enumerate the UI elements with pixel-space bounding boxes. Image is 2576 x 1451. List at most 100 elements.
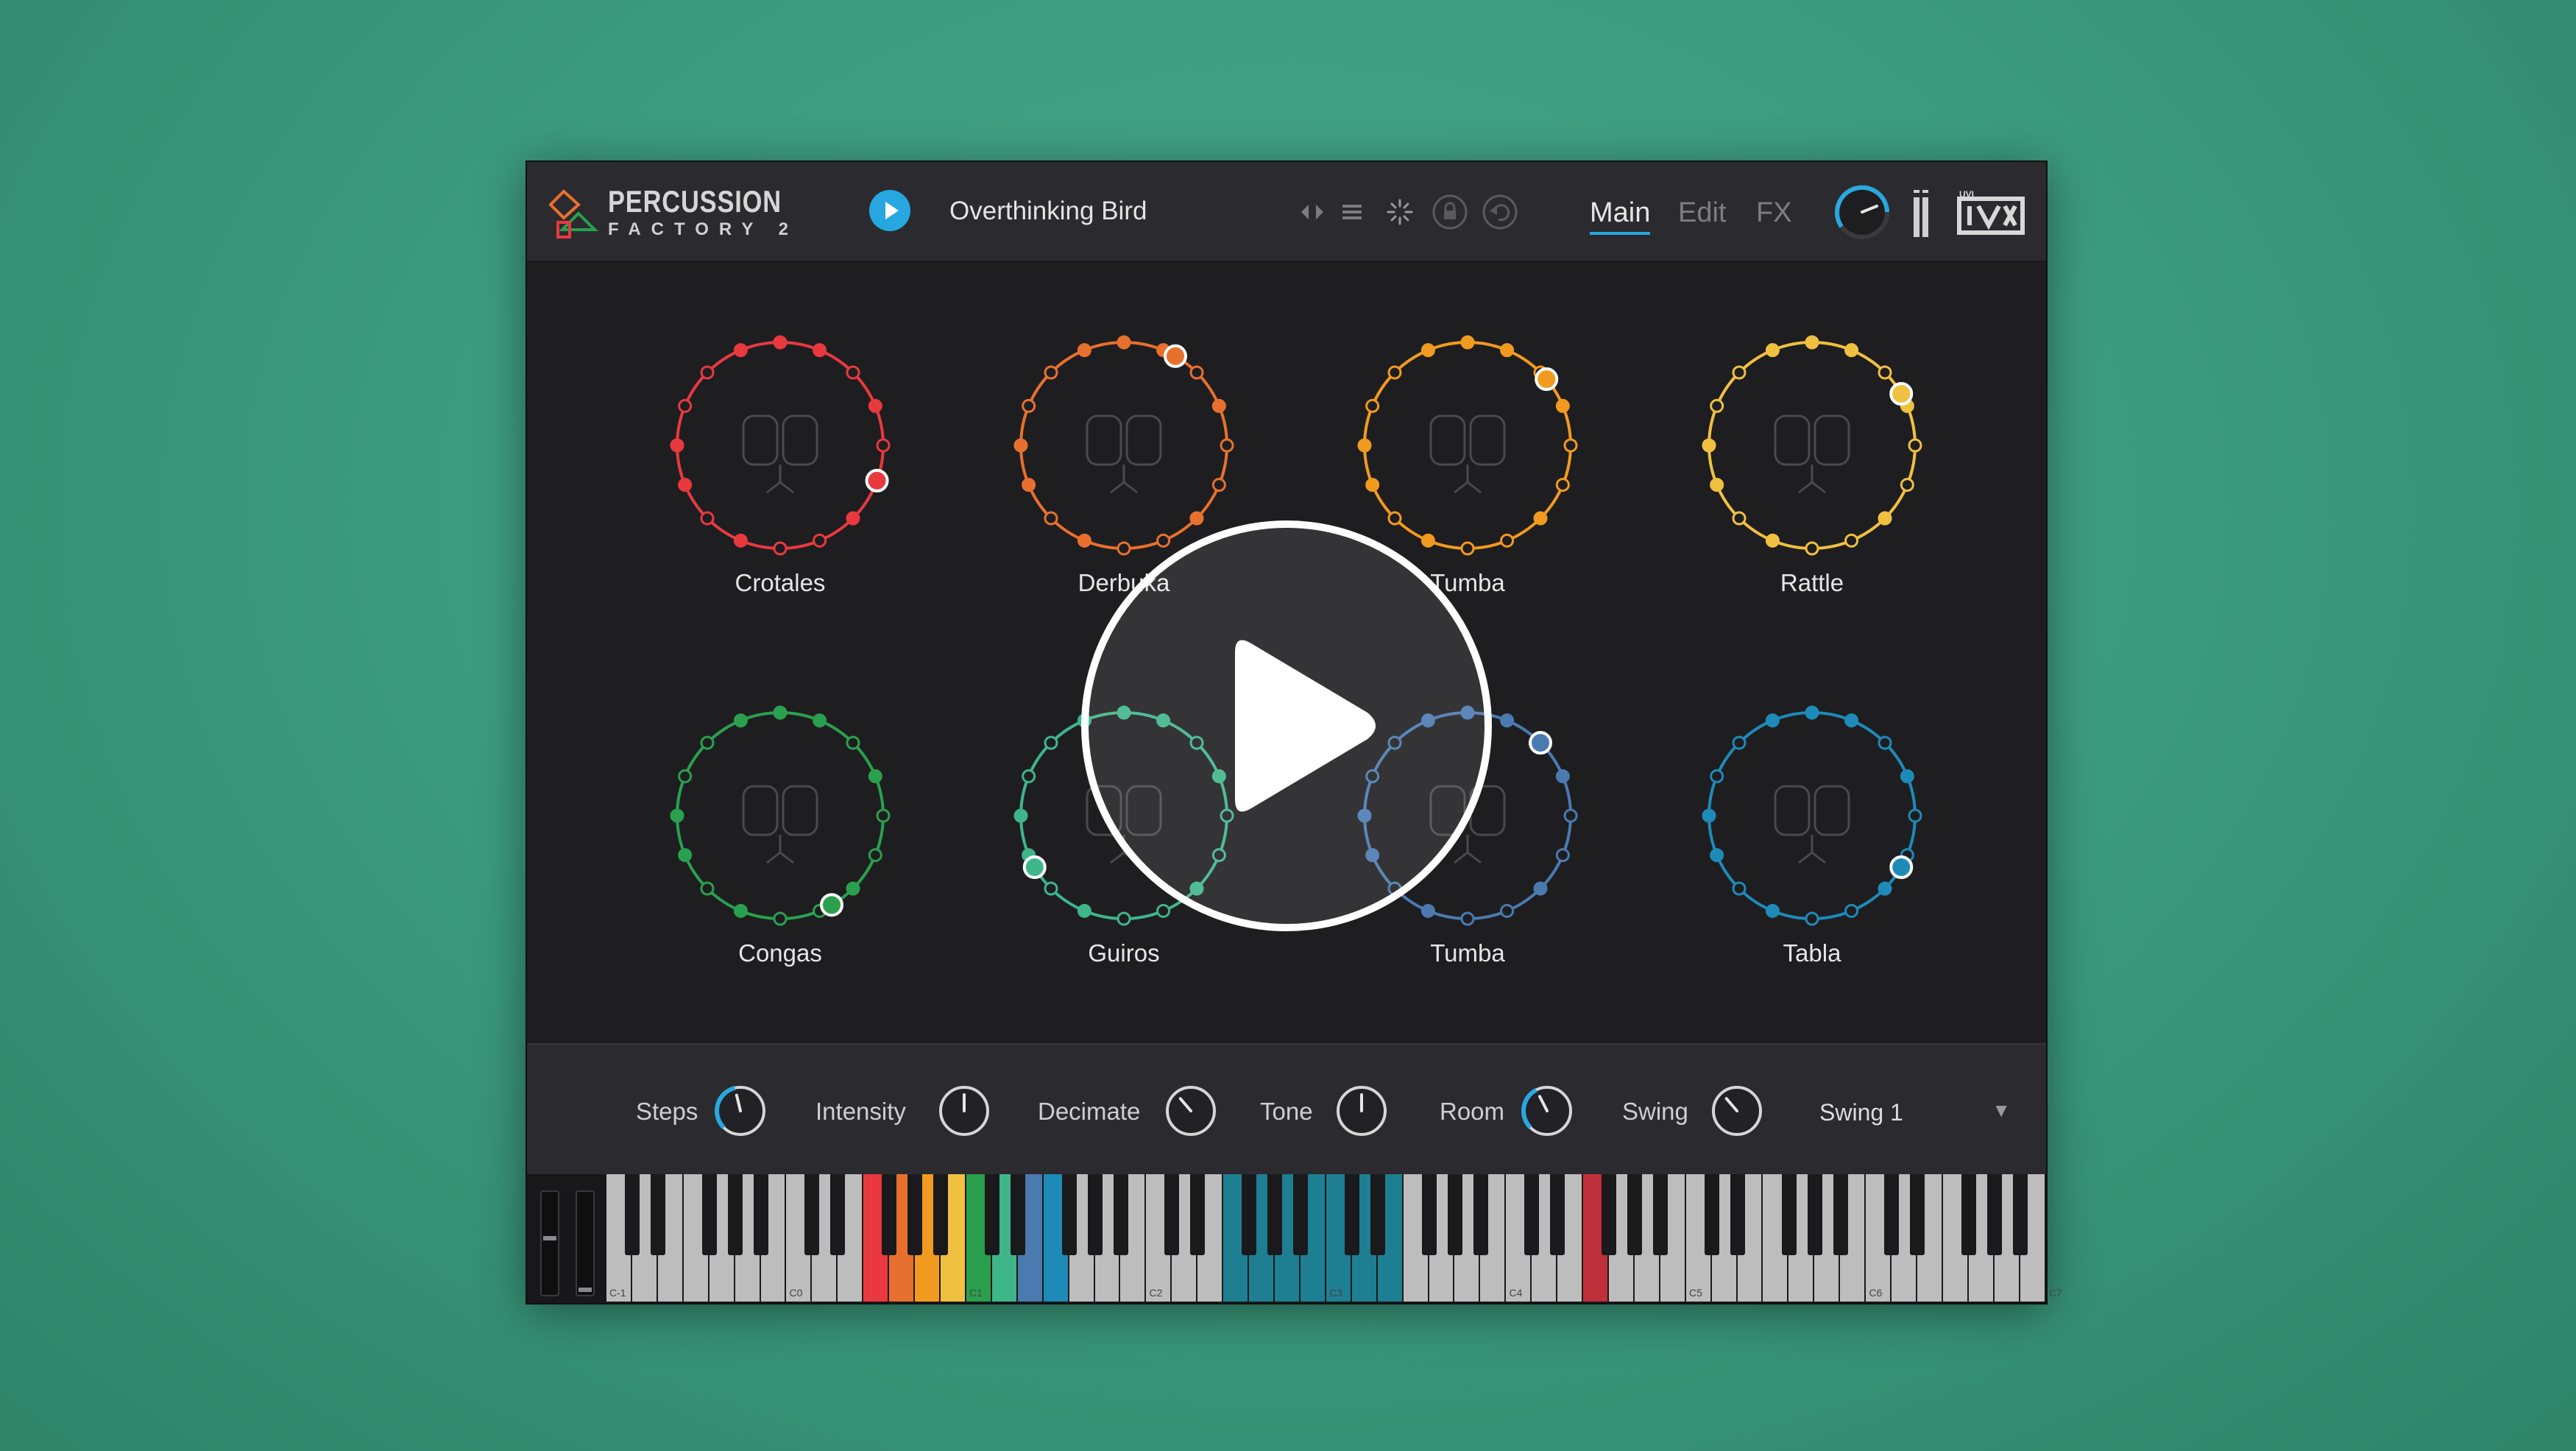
black-key[interactable] xyxy=(1524,1174,1540,1255)
step-dot[interactable] xyxy=(700,511,715,526)
rotation-handle[interactable] xyxy=(1535,367,1559,392)
black-key[interactable] xyxy=(1884,1174,1900,1255)
prev-next-arrows-icon[interactable] xyxy=(1292,191,1334,233)
step-dot[interactable] xyxy=(1365,398,1380,413)
step-dot[interactable] xyxy=(670,438,684,453)
step-dot[interactable] xyxy=(1555,478,1570,493)
tab-main[interactable]: Main xyxy=(1590,197,1651,235)
black-key[interactable] xyxy=(1267,1174,1283,1255)
rotation-handle[interactable] xyxy=(1528,731,1552,755)
step-dot[interactable] xyxy=(1533,511,1548,526)
black-key[interactable] xyxy=(1164,1174,1180,1255)
sparkle-icon[interactable] xyxy=(1379,191,1420,233)
step-dot[interactable] xyxy=(846,365,860,380)
black-key[interactable] xyxy=(1781,1174,1797,1255)
step-dot[interactable] xyxy=(868,769,882,783)
step-dot[interactable] xyxy=(1878,511,1892,526)
black-key[interactable] xyxy=(984,1174,999,1255)
step-dot[interactable] xyxy=(813,533,827,548)
step-dot[interactable] xyxy=(1908,438,1922,453)
tone-knob[interactable] xyxy=(1334,1083,1390,1139)
pad-crotales[interactable]: Crotales xyxy=(662,335,898,644)
step-dot[interactable] xyxy=(1908,808,1922,823)
intensity-knob[interactable] xyxy=(936,1083,992,1139)
step-dot[interactable] xyxy=(1500,713,1515,728)
step-dot[interactable] xyxy=(1555,398,1570,413)
step-dot[interactable] xyxy=(1844,343,1859,358)
play-button[interactable] xyxy=(869,190,910,231)
step-dot[interactable] xyxy=(773,705,788,720)
black-key[interactable] xyxy=(933,1174,949,1255)
step-dot[interactable] xyxy=(733,533,748,548)
step-dot[interactable] xyxy=(1900,769,1914,783)
step-dot[interactable] xyxy=(1022,769,1036,783)
step-dot[interactable] xyxy=(678,769,693,783)
black-key[interactable] xyxy=(1807,1174,1822,1255)
step-dot[interactable] xyxy=(1555,769,1570,783)
mod-wheel[interactable] xyxy=(576,1190,595,1296)
step-dot[interactable] xyxy=(1765,533,1780,548)
rotation-handle[interactable] xyxy=(820,893,843,917)
black-key[interactable] xyxy=(1961,1174,1977,1255)
step-dot[interactable] xyxy=(1710,769,1724,783)
step-dot[interactable] xyxy=(1044,735,1058,750)
step-dot[interactable] xyxy=(1077,343,1091,358)
black-key[interactable] xyxy=(1704,1174,1719,1255)
rotation-handle[interactable] xyxy=(1889,382,1914,406)
step-dot[interactable] xyxy=(1900,478,1914,493)
step-dot[interactable] xyxy=(1844,713,1859,728)
black-key[interactable] xyxy=(882,1174,897,1255)
black-key[interactable] xyxy=(2013,1174,2028,1255)
step-dot[interactable] xyxy=(1533,881,1548,896)
black-key[interactable] xyxy=(1833,1174,1848,1255)
step-dot[interactable] xyxy=(1500,533,1515,548)
step-dot[interactable] xyxy=(868,848,882,863)
step-dot[interactable] xyxy=(1500,343,1515,358)
black-key[interactable] xyxy=(1447,1174,1462,1255)
step-dot[interactable] xyxy=(1044,881,1058,896)
step-dot[interactable] xyxy=(1460,335,1475,350)
pad-congas[interactable]: Congas xyxy=(662,705,898,1014)
list-icon[interactable] xyxy=(1332,191,1373,233)
step-dot[interactable] xyxy=(813,713,827,728)
rotation-handle[interactable] xyxy=(1022,855,1047,879)
step-dot[interactable] xyxy=(678,848,693,863)
swing-knob[interactable] xyxy=(1709,1083,1765,1139)
black-key[interactable] xyxy=(1987,1174,2003,1255)
step-dot[interactable] xyxy=(700,735,715,750)
step-dot[interactable] xyxy=(1365,478,1380,493)
black-key[interactable] xyxy=(1061,1174,1077,1255)
step-dot[interactable] xyxy=(876,438,891,453)
step-dot[interactable] xyxy=(700,881,715,896)
step-dot[interactable] xyxy=(700,365,715,380)
step-dot[interactable] xyxy=(678,398,693,413)
black-key[interactable] xyxy=(1010,1174,1025,1255)
step-dot[interactable] xyxy=(1805,541,1819,556)
step-dot[interactable] xyxy=(1211,478,1226,493)
tab-edit[interactable]: Edit xyxy=(1678,197,1726,229)
step-dot[interactable] xyxy=(1805,705,1819,720)
rotation-handle[interactable] xyxy=(865,468,889,493)
step-dot[interactable] xyxy=(1211,398,1226,413)
step-dot[interactable] xyxy=(1387,365,1402,380)
black-key[interactable] xyxy=(727,1174,743,1255)
volume-knob-icon[interactable] xyxy=(1831,181,1893,243)
step-dot[interactable] xyxy=(773,541,788,556)
step-dot[interactable] xyxy=(678,478,693,493)
step-dot[interactable] xyxy=(1732,735,1747,750)
step-dot[interactable] xyxy=(1710,478,1724,493)
black-key[interactable] xyxy=(1730,1174,1745,1255)
rotation-handle[interactable] xyxy=(1889,855,1914,879)
black-key[interactable] xyxy=(1653,1174,1669,1255)
rotation-handle[interactable] xyxy=(1164,344,1187,368)
decimate-knob[interactable] xyxy=(1163,1083,1219,1139)
step-dot[interactable] xyxy=(1563,438,1578,453)
step-dot[interactable] xyxy=(1117,335,1131,350)
black-key[interactable] xyxy=(1190,1174,1206,1255)
black-key[interactable] xyxy=(1473,1174,1488,1255)
step-dot[interactable] xyxy=(1878,881,1892,896)
step-dot[interactable] xyxy=(846,881,860,896)
swing-type-select[interactable]: Swing 1 ▼ xyxy=(1819,1090,2018,1132)
step-dot[interactable] xyxy=(1563,808,1578,823)
black-key[interactable] xyxy=(1370,1174,1385,1255)
